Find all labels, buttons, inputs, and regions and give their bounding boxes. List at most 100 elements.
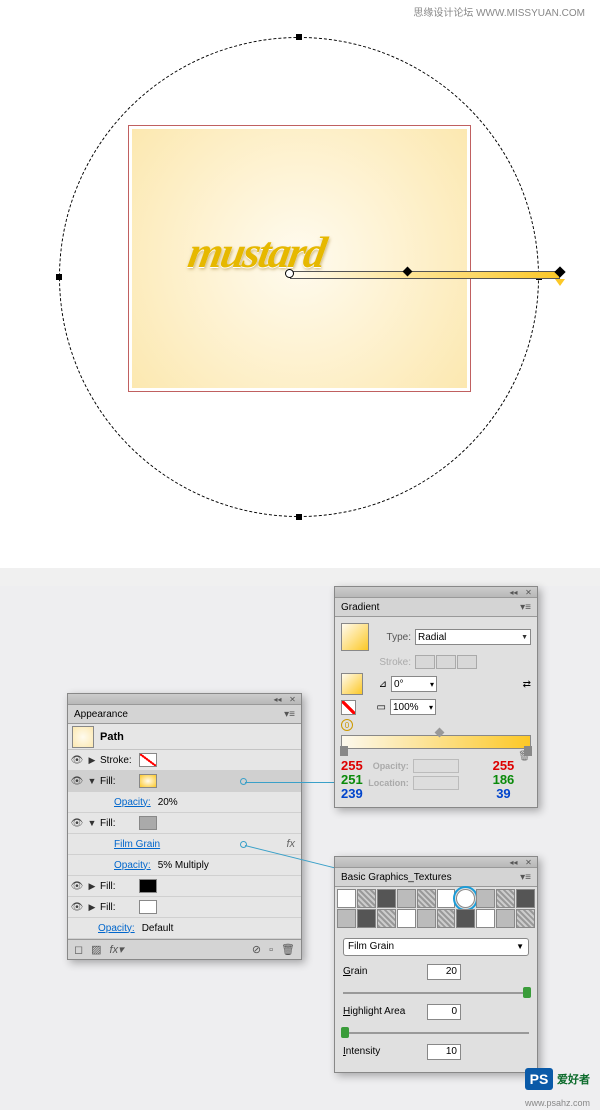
rgb-right: 255 186 39 [493, 759, 515, 801]
panel-menu-icon[interactable]: ▾≡ [520, 872, 531, 883]
texture-swatch[interactable] [496, 889, 515, 908]
circle-handle-left[interactable] [56, 274, 62, 280]
film-grain-link[interactable]: Film Grain [114, 839, 160, 850]
collapse-arrow-icon[interactable]: ▼ [87, 776, 97, 786]
stroke-align-btn-1[interactable] [415, 655, 435, 669]
g-value: 251 [341, 773, 363, 787]
texture-swatch[interactable] [516, 909, 535, 928]
opacity-row-default[interactable]: Opacity: Default [68, 918, 301, 939]
angle-input[interactable]: 0° [391, 676, 437, 692]
film-grain-row[interactable]: Film Grain fx [68, 834, 301, 855]
clear-appearance-icon[interactable]: ⊘ [252, 943, 261, 956]
slider-handle[interactable] [341, 1027, 349, 1038]
fx-badge[interactable]: fx [286, 838, 295, 850]
intensity-input[interactable] [427, 1044, 461, 1060]
texture-swatch[interactable] [496, 909, 515, 928]
clear-icon[interactable]: ▨ [91, 943, 101, 956]
fill-swatch-black[interactable] [139, 879, 157, 893]
texture-swatch[interactable] [337, 909, 356, 928]
grain-input[interactable] [427, 964, 461, 980]
gradient-preview-swatch[interactable] [341, 623, 369, 651]
gradient-stop-left[interactable] [340, 746, 348, 756]
canvas-area: 思缘设计论坛 WWW.MISSYUAN.COM mustard [0, 0, 600, 568]
texture-swatch[interactable] [397, 909, 416, 928]
close-icon[interactable]: ✕ [288, 695, 297, 704]
gradient-type-select[interactable]: Radial [415, 629, 531, 645]
stroke-align-btn-2[interactable] [436, 655, 456, 669]
texture-swatch[interactable] [377, 909, 396, 928]
texture-swatch[interactable] [476, 909, 495, 928]
gradient-title: Gradient [341, 602, 379, 613]
fill-swatch-gradient[interactable] [139, 774, 157, 788]
fill-row-3[interactable]: 👁 ▶ Fill: [68, 876, 301, 897]
opacity-link[interactable]: Opacity: [98, 923, 135, 934]
opacity-link[interactable]: Opacity: [114, 797, 151, 808]
collapse-arrow-icon[interactable]: ▼ [87, 818, 97, 828]
visibility-icon[interactable]: 👁 [70, 902, 84, 913]
collapse-icon[interactable]: ◂◂ [273, 695, 282, 704]
expand-arrow-icon[interactable]: ▶ [87, 902, 97, 913]
texture-swatch[interactable] [397, 889, 416, 908]
reverse-gradient-icon[interactable]: ⇄ [523, 679, 531, 690]
none-swatch[interactable] [341, 700, 356, 715]
path-label: Path [100, 731, 124, 743]
texture-swatch[interactable] [417, 889, 436, 908]
highlight-slider[interactable] [343, 1032, 529, 1034]
fill-row-4[interactable]: 👁 ▶ Fill: [68, 897, 301, 918]
visibility-icon[interactable]: 👁 [70, 776, 84, 787]
stroke-row[interactable]: 👁 ▶ Stroke: [68, 750, 301, 771]
stop-opacity-input[interactable] [413, 759, 459, 773]
opacity-row-2[interactable]: Opacity: 5% Multiply [68, 855, 301, 876]
opacity-location-group: Opacity: Location: [363, 759, 493, 801]
gradient-annotator-bar[interactable] [290, 271, 560, 279]
gradient-slider[interactable] [341, 735, 531, 749]
fill-swatch-grey[interactable] [139, 816, 157, 830]
duplicate-icon[interactable]: ▫ [269, 944, 273, 956]
texture-swatch[interactable] [456, 909, 475, 928]
texture-swatch[interactable] [437, 889, 456, 908]
collapse-icon[interactable]: ◂◂ [509, 858, 518, 867]
textures-panel: ◂◂ ✕ Basic Graphics_Textures ▾≡ Film Gra… [334, 856, 538, 1073]
stroke-swatch-none[interactable] [139, 753, 157, 767]
texture-swatch[interactable] [377, 889, 396, 908]
texture-swatch[interactable] [437, 909, 456, 928]
aspect-icon: ▭ [360, 702, 386, 713]
texture-swatch-selected[interactable] [456, 889, 475, 908]
texture-swatch[interactable] [476, 889, 495, 908]
opacity-link[interactable]: Opacity: [114, 860, 151, 871]
gradient-end-arrow[interactable] [555, 279, 565, 286]
texture-swatch[interactable] [417, 909, 436, 928]
close-icon[interactable]: ✕ [524, 588, 533, 597]
aspect-ratio-input[interactable]: 100% [390, 699, 436, 715]
collapse-icon[interactable]: ◂◂ [509, 588, 518, 597]
stroke-align-btn-3[interactable] [457, 655, 477, 669]
highlight-input[interactable] [427, 1004, 461, 1020]
close-icon[interactable]: ✕ [524, 858, 533, 867]
visibility-icon[interactable]: 👁 [70, 881, 84, 892]
gradient-small-swatch[interactable] [341, 673, 363, 695]
trash-icon[interactable]: 🗑 [281, 943, 295, 956]
grain-slider[interactable] [343, 992, 529, 994]
fill-row-2[interactable]: 👁 ▼ Fill: [68, 813, 301, 834]
expand-arrow-icon[interactable]: ▶ [87, 755, 97, 766]
visibility-icon[interactable]: 👁 [70, 755, 84, 766]
opacity-row-1[interactable]: Opacity: 20% [68, 792, 301, 813]
gradient-origin-handle[interactable] [285, 269, 294, 278]
panel-menu-icon[interactable]: ▾≡ [284, 709, 295, 720]
slider-handle[interactable] [523, 987, 531, 998]
texture-swatch[interactable] [516, 889, 535, 908]
gradient-stop-right[interactable] [524, 746, 532, 756]
texture-swatch[interactable] [357, 889, 376, 908]
fx-menu-icon[interactable]: fx▾ [110, 943, 124, 956]
new-art-icon[interactable]: ◻ [74, 943, 83, 956]
fill-swatch-white[interactable] [139, 900, 157, 914]
circle-handle-top[interactable] [296, 34, 302, 40]
circle-handle-bottom[interactable] [296, 514, 302, 520]
texture-swatch[interactable] [337, 889, 356, 908]
stop-location-input[interactable] [413, 776, 459, 790]
expand-arrow-icon[interactable]: ▶ [87, 881, 97, 892]
texture-swatch[interactable] [357, 909, 376, 928]
panel-menu-icon[interactable]: ▾≡ [520, 602, 531, 613]
texture-select[interactable]: Film Grain [343, 938, 529, 956]
visibility-icon[interactable]: 👁 [70, 818, 84, 829]
